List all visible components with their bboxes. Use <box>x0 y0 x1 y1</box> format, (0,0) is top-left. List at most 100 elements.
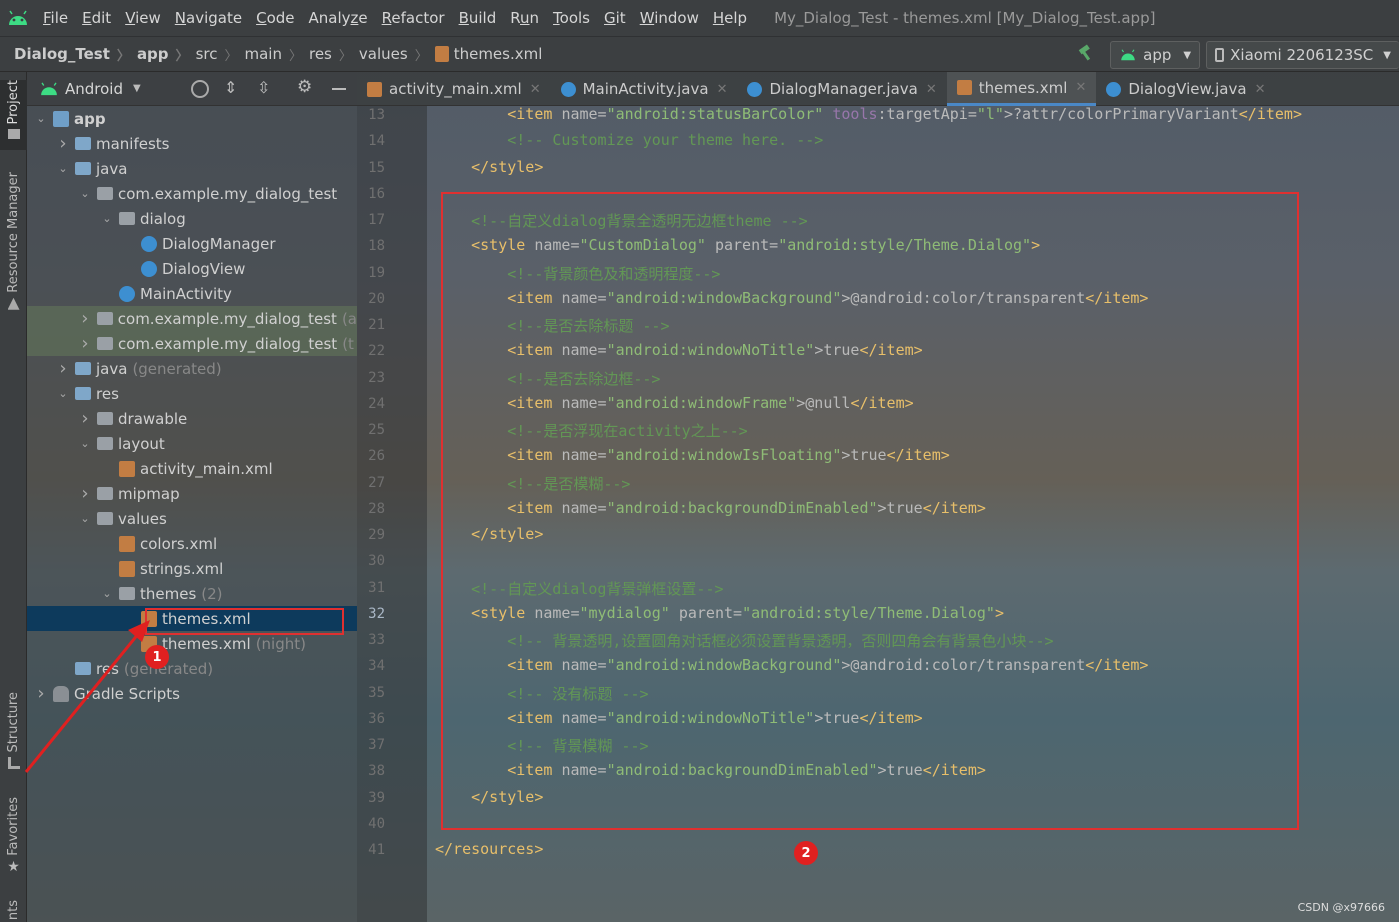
chevron-right-icon[interactable]: › <box>79 308 91 329</box>
tree-item[interactable]: DialogView <box>27 256 357 281</box>
tree-item[interactable]: activity_main.xml <box>27 456 357 481</box>
chevron-down-icon[interactable]: ▼ <box>133 83 141 94</box>
view-mode-select[interactable]: Android <box>65 80 123 98</box>
project-tool-label: Project <box>6 80 21 125</box>
close-icon[interactable]: ✕ <box>1075 80 1086 95</box>
tree-item[interactable]: ⌄ java <box>27 156 357 181</box>
tree-item[interactable]: MainActivity <box>27 281 357 306</box>
tree-item-extra: (2) <box>201 584 223 603</box>
android-icon <box>1121 49 1135 61</box>
menu-item[interactable]: Navigate <box>168 9 249 27</box>
chevron-down-icon[interactable]: ⌄ <box>57 387 69 400</box>
editor-tab-label: DialogManager.java <box>769 80 918 98</box>
breadcrumb-item[interactable]: themes.xml <box>434 45 542 63</box>
menu-item[interactable]: Build <box>452 9 504 27</box>
editor-tab[interactable]: activity_main.xml ✕ <box>357 72 551 106</box>
editor-tab[interactable]: DialogManager.java ✕ <box>737 72 946 106</box>
hide-panel-icon[interactable] <box>332 88 346 90</box>
expand-all-icon[interactable]: ⇕ <box>224 78 237 97</box>
menu-item[interactable]: Help <box>706 9 754 27</box>
chevron-down-icon[interactable]: ⌄ <box>79 187 91 200</box>
tree-item[interactable]: res (generated) <box>27 656 357 681</box>
device-select[interactable]: Xiaomi 2206123SC ▼ <box>1206 41 1399 69</box>
close-icon[interactable]: ✕ <box>530 82 541 97</box>
editor-tab[interactable]: MainActivity.java ✕ <box>551 72 738 106</box>
tree-item[interactable]: › mipmap <box>27 481 357 506</box>
package-folder-icon <box>119 212 135 225</box>
tree-item[interactable]: ⌄ dialog <box>27 206 357 231</box>
breadcrumb-item[interactable]: src 〉 <box>196 45 245 64</box>
run-config-select[interactable]: app ▼ <box>1110 41 1201 69</box>
resource-manager-tool-tab[interactable]: Resource Manager <box>0 172 27 312</box>
favorites-tool-tab[interactable]: Favorites ★ <box>0 797 27 882</box>
chevron-down-icon[interactable]: ⌄ <box>57 162 69 175</box>
editor-tab[interactable]: DialogView.java ✕ <box>1096 72 1275 106</box>
tree-item[interactable]: ⌄ res <box>27 381 357 406</box>
menu-item[interactable]: Run <box>503 9 546 27</box>
menu-item[interactable]: Analyze <box>302 9 375 27</box>
chevron-down-icon[interactable]: ⌄ <box>101 587 113 600</box>
chevron-right-icon[interactable]: › <box>57 358 69 379</box>
tree-item-label: themes <box>140 584 197 603</box>
menu-item[interactable]: Edit <box>75 9 118 27</box>
menu-item[interactable]: Code <box>249 9 301 27</box>
gear-icon[interactable]: ⚙ <box>297 77 312 97</box>
close-icon[interactable]: ✕ <box>717 82 728 97</box>
editor-tab-label: DialogView.java <box>1128 80 1247 98</box>
menu-item[interactable]: Tools <box>546 9 597 27</box>
collapse-all-icon[interactable]: ⇳ <box>257 78 270 97</box>
tree-item[interactable]: DialogManager <box>27 231 357 256</box>
tree-item[interactable]: ⌄ themes (2) <box>27 581 357 606</box>
menu-item[interactable]: Refactor <box>375 9 452 27</box>
class-icon <box>560 81 576 97</box>
menu-item[interactable]: View <box>118 9 168 27</box>
package-folder-icon <box>96 312 113 325</box>
window-title: My_Dialog_Test - themes.xml [My_Dialog_T… <box>774 9 1156 27</box>
editor-tab-label: activity_main.xml <box>389 80 522 98</box>
folder-icon <box>75 162 91 175</box>
project-tool-tab[interactable]: Project <box>0 80 27 150</box>
favorites-label: Favorites <box>6 797 21 856</box>
chevron-right-icon[interactable]: › <box>57 133 69 154</box>
locate-icon[interactable] <box>191 80 209 98</box>
tree-item[interactable]: › drawable <box>27 406 357 431</box>
close-icon[interactable]: ✕ <box>1255 82 1266 97</box>
chevron-down-icon[interactable]: ⌄ <box>35 112 47 125</box>
breadcrumb-item[interactable]: Dialog_Test 〉 <box>14 45 137 64</box>
xml-file-icon <box>956 80 972 95</box>
tree-item[interactable]: › Gradle Scripts <box>27 681 357 706</box>
bottom-tool-tab[interactable]: nts <box>0 900 27 922</box>
menu-item[interactable]: Window <box>633 9 706 27</box>
breadcrumb-item[interactable]: res 〉 <box>309 45 359 64</box>
breadcrumb-item[interactable]: main 〉 <box>244 45 309 64</box>
tree-item[interactable]: ⌄ values <box>27 506 357 531</box>
chevron-right-icon[interactable]: › <box>79 483 91 504</box>
tree-item[interactable]: colors.xml <box>27 531 357 556</box>
chevron-down-icon[interactable]: ⌄ <box>79 512 91 525</box>
tree-item-extra: (generated) <box>132 359 222 378</box>
chevron-down-icon[interactable]: ⌄ <box>79 437 91 450</box>
tree-item[interactable]: ⌄ com.example.my_dialog_test <box>27 181 357 206</box>
tree-item[interactable]: ⌄ layout <box>27 431 357 456</box>
tree-item[interactable]: ⌄ app <box>27 106 357 131</box>
menu-item[interactable]: Git <box>597 9 633 27</box>
project-panel: Android ▼ ⇕ ⇳ ⚙ ⌄ app › manifests ⌄ java ⌄ com.… <box>27 72 357 922</box>
menu-item[interactable]: File <box>36 9 75 27</box>
chevron-right-icon[interactable]: › <box>35 683 47 704</box>
tree-item[interactable]: › java (generated) <box>27 356 357 381</box>
breadcrumb-item[interactable]: app 〉 <box>137 45 196 64</box>
tree-item[interactable]: › manifests <box>27 131 357 156</box>
tree-item[interactable]: › com.example.my_dialog_test (a <box>27 306 357 331</box>
breadcrumb-item[interactable]: values 〉 <box>359 45 435 64</box>
annotation-badge-1: 1 <box>145 645 169 669</box>
chevron-right-icon[interactable]: › <box>79 408 91 429</box>
code-line: </resources> <box>435 840 544 858</box>
chevron-right-icon[interactable]: › <box>79 333 91 354</box>
editor-tab[interactable]: themes.xml ✕ <box>946 72 1097 106</box>
chevron-down-icon[interactable]: ⌄ <box>101 212 113 225</box>
tree-item[interactable]: strings.xml <box>27 556 357 581</box>
build-hammer-icon[interactable] <box>1076 43 1096 67</box>
tree-item[interactable]: › com.example.my_dialog_test (t <box>27 331 357 356</box>
structure-tool-tab[interactable]: Structure <box>0 692 27 777</box>
close-icon[interactable]: ✕ <box>926 82 937 97</box>
